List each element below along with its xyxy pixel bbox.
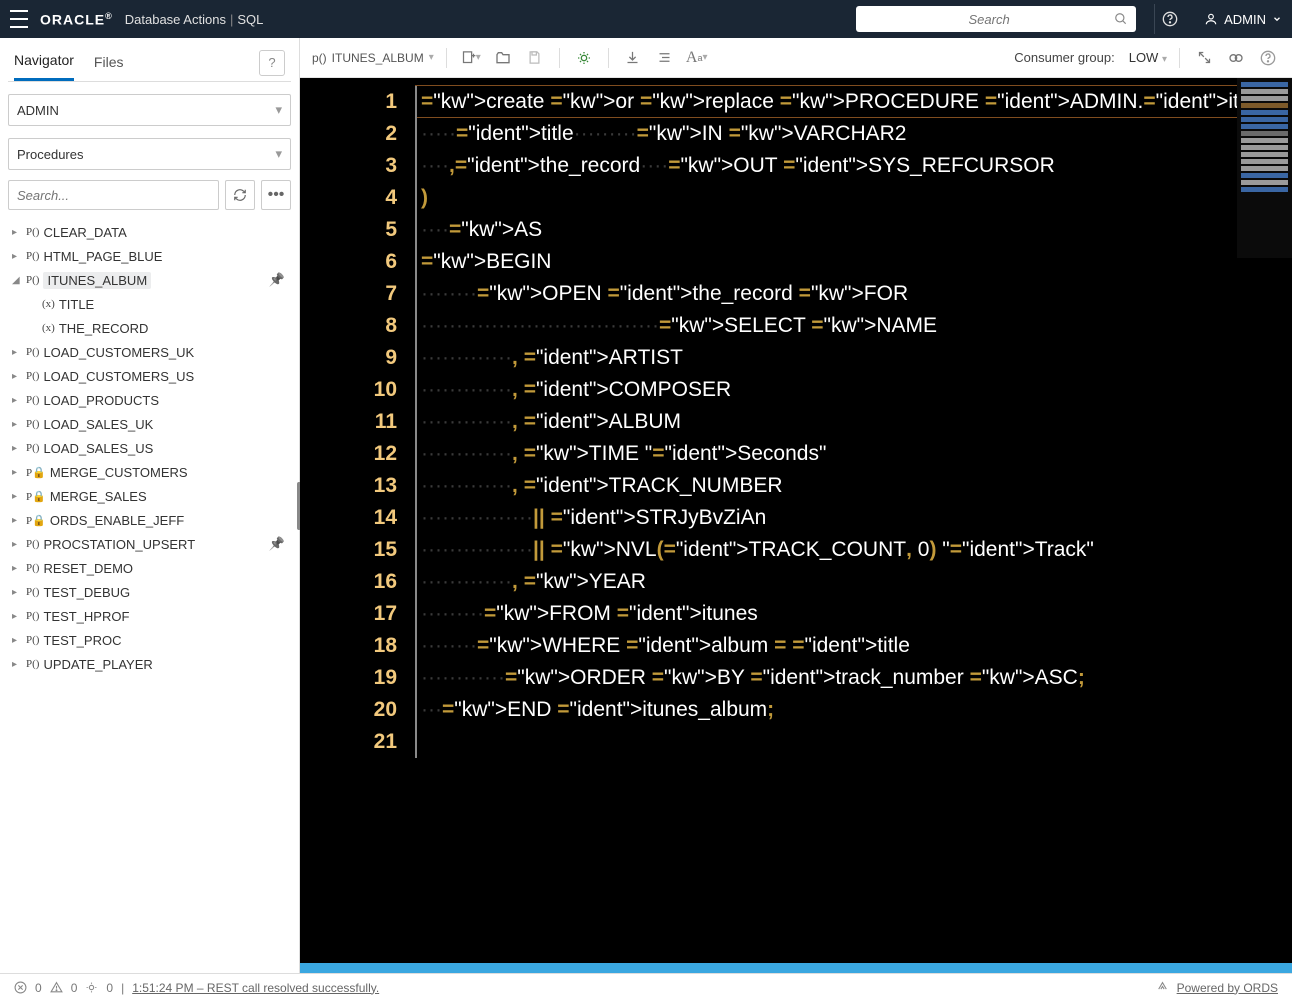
tree-node-update_player[interactable]: ▸P() UPDATE_PLAYER [8,652,291,676]
warning-icon [50,981,63,994]
tree-node-test_debug[interactable]: ▸P() TEST_DEBUG [8,580,291,604]
code-line-4[interactable]: ) [415,182,1292,214]
sidebar: Navigator Files ? ADMIN▾ Procedures▾ •••… [0,38,300,973]
editor-code[interactable]: ="kw">create ="kw">or ="kw">replace ="kw… [415,78,1292,973]
consumer-group-dropdown[interactable]: LOW ▾ [1129,50,1167,65]
code-line-10[interactable]: ·············, ="ident">COMPOSER [415,374,1292,406]
process-icon [85,981,98,994]
schema-dropdown[interactable]: ADMIN▾ [8,94,291,126]
editor-gutter: 123456789101112131415161718192021 [300,78,415,973]
tree-node-test_proc[interactable]: ▸P() TEST_PROC [8,628,291,652]
code-line-2[interactable]: ·····="ident">title·········="kw">IN ="k… [415,118,1292,150]
code-line-11[interactable]: ·············, ="ident">ALBUM [415,406,1292,438]
sidebar-search-input[interactable] [8,180,219,210]
code-line-18[interactable]: ········="kw">WHERE ="ident">album = ="i… [415,630,1292,662]
user-label: ADMIN [1224,12,1266,27]
code-line-9[interactable]: ·············, ="ident">ARTIST [415,342,1292,374]
tree-node-test_hprof[interactable]: ▸P() TEST_HPROF [8,604,291,628]
tree-node-ords_enable_jeff[interactable]: ▸P🔒 ORDS_ENABLE_JEFF [8,508,291,532]
tree-child-the_record[interactable]: (x) THE_RECORD [8,316,291,340]
sql-editor[interactable]: 123456789101112131415161718192021 ="kw">… [300,78,1292,973]
editor-toolbar: p() ITUNES_ALBUM ▾ ▾ Aa ▾ Consumer group… [300,38,1292,78]
page-title: Database Actions|SQL [125,12,264,27]
process-count: 0 [106,981,113,995]
code-line-6[interactable]: ="kw">BEGIN [415,246,1292,278]
user-icon [1204,12,1218,26]
help-icon[interactable] [1154,4,1184,34]
code-line-17[interactable]: ·········="kw">FROM ="ident">itunes [415,598,1292,630]
object-type-dropdown-value: Procedures [17,147,83,162]
editor-help-icon[interactable] [1256,46,1280,70]
tree-child-title[interactable]: (x) TITLE [8,292,291,316]
tree-node-html_page_blue[interactable]: ▸P() HTML_PAGE_BLUE [8,244,291,268]
sidebar-help-icon[interactable]: ? [259,50,285,76]
status-message[interactable]: 1:51:24 PM – REST call resolved successf… [132,981,379,995]
download-button[interactable] [621,46,645,70]
run-button[interactable] [572,46,596,70]
consumer-group-label: Consumer group: [1014,50,1114,65]
tree-node-merge_customers[interactable]: ▸P🔒 MERGE_CUSTOMERS [8,460,291,484]
save-button[interactable] [523,46,547,70]
code-line-16[interactable]: ·············, ="kw">YEAR [415,566,1292,598]
editor-h-scrollbar[interactable] [300,963,1292,973]
search-icon [1114,12,1128,26]
tree-node-load_customers_uk[interactable]: ▸P() LOAD_CUSTOMERS_UK [8,340,291,364]
tree-node-procstation_upsert[interactable]: ▸P() PROCSTATION_UPSERT📌 [8,532,291,556]
sidebar-tabs: Navigator Files ? [8,46,291,82]
status-bar: 0 0 0 | 1:51:24 PM – REST call resolved … [0,973,1292,1001]
tree-node-merge_sales[interactable]: ▸P🔒 MERGE_SALES [8,484,291,508]
format-button[interactable] [653,46,677,70]
code-line-12[interactable]: ·············, ="kw">TIME "="ident">Seco… [415,438,1292,470]
code-line-3[interactable]: ····,="ident">the_record····="kw">OUT ="… [415,150,1292,182]
error-count: 0 [35,981,42,995]
topbar: ORACLE® Database Actions|SQL ADMIN [0,0,1292,38]
tree-node-load_sales_uk[interactable]: ▸P() LOAD_SALES_UK [8,412,291,436]
breadcrumb-name: ITUNES_ALBUM [332,51,424,65]
code-line-5[interactable]: ····="kw">AS [415,214,1292,246]
more-button[interactable]: ••• [261,180,291,210]
tree-node-reset_demo[interactable]: ▸P() RESET_DEMO [8,556,291,580]
global-search[interactable] [856,6,1136,32]
code-line-8[interactable]: ··································="kw">… [415,310,1292,342]
code-line-14[interactable]: ················|| ="ident">STRJyBvZiAn [415,502,1292,534]
fullscreen-button[interactable] [1192,46,1216,70]
object-type-dropdown[interactable]: Procedures▾ [8,138,291,170]
chevron-down-icon [1272,14,1282,24]
user-menu[interactable]: ADMIN [1204,12,1282,27]
code-line-7[interactable]: ········="kw">OPEN ="ident">the_record =… [415,278,1292,310]
tree-node-itunes_album[interactable]: ◢P() ITUNES_ALBUM📌 [8,268,291,292]
object-tree[interactable]: ▸P() CLEAR_DATA▸P() HTML_PAGE_BLUE◢P() I… [8,220,291,973]
tree-node-load_products[interactable]: ▸P() LOAD_PRODUCTS [8,388,291,412]
schema-dropdown-value: ADMIN [17,103,59,118]
powered-by-link[interactable]: Powered by ORDS [1177,981,1278,995]
open-file-button[interactable] [491,46,515,70]
editor-area: p() ITUNES_ALBUM ▾ ▾ Aa ▾ Consumer group… [300,38,1292,973]
code-line-19[interactable]: ············="kw">ORDER ="kw">BY ="ident… [415,662,1292,694]
warning-count: 0 [71,981,78,995]
tree-node-load_customers_us[interactable]: ▸P() LOAD_CUSTOMERS_US [8,364,291,388]
code-line-20[interactable]: ···="kw">END ="ident">itunes_album; [415,694,1292,726]
brand-logo: ORACLE® [40,11,113,28]
hamburger-icon[interactable] [10,10,28,28]
code-line-13[interactable]: ·············, ="ident">TRACK_NUMBER [415,470,1292,502]
refresh-button[interactable] [225,180,255,210]
global-search-input[interactable] [864,12,1114,27]
error-icon [14,981,27,994]
tree-node-clear_data[interactable]: ▸P() CLEAR_DATA [8,220,291,244]
editor-minimap[interactable] [1237,78,1292,258]
code-line-21[interactable] [415,726,1292,758]
worksheet-breadcrumb[interactable]: p() ITUNES_ALBUM ▾ [312,51,434,65]
tab-files[interactable]: Files [94,54,124,80]
tab-navigator[interactable]: Navigator [14,52,74,81]
code-line-15[interactable]: ················|| ="kw">NVL(="ident">TR… [415,534,1292,566]
refresh-icon [233,188,247,202]
breadcrumb-kind: p() [312,51,327,65]
code-line-1[interactable]: ="kw">create ="kw">or ="kw">replace ="kw… [415,86,1292,118]
font-button[interactable]: Aa ▾ [685,46,709,70]
find-button[interactable] [1224,46,1248,70]
new-worksheet-button[interactable]: ▾ [459,46,483,70]
ords-icon [1156,981,1169,994]
tree-node-load_sales_us[interactable]: ▸P() LOAD_SALES_US [8,436,291,460]
